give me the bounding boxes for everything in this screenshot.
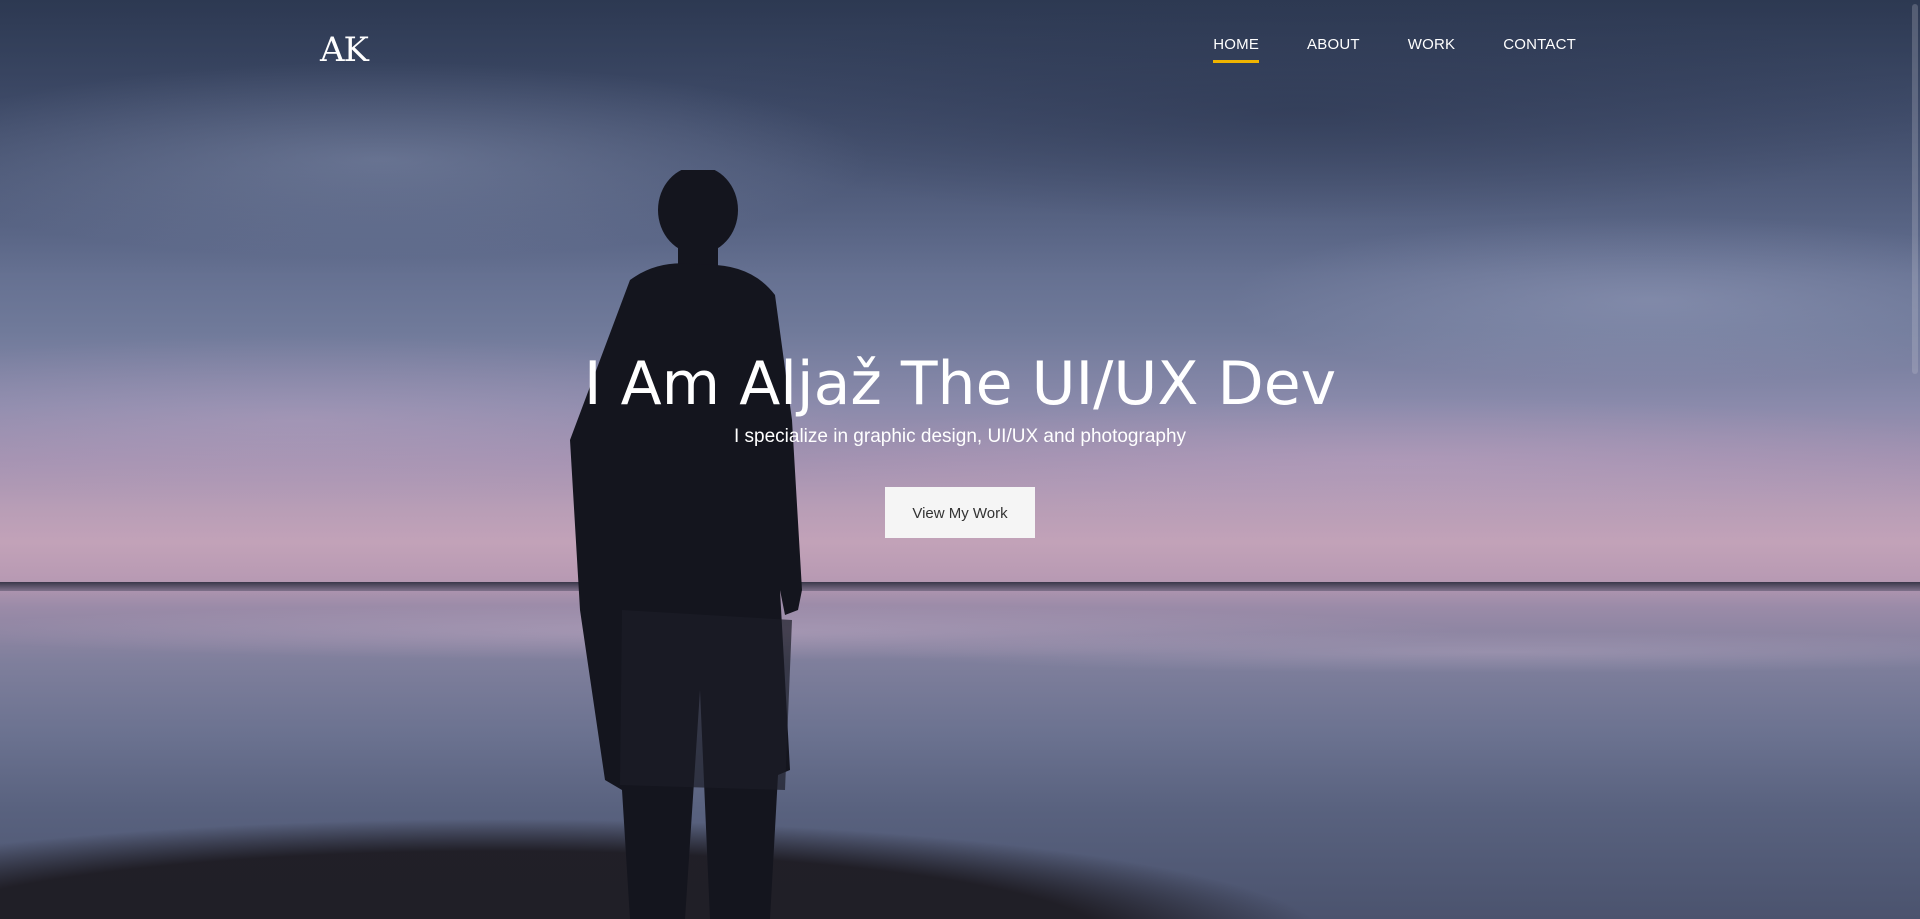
page-scrollbar[interactable] xyxy=(1912,4,1918,374)
view-my-work-button[interactable]: View My Work xyxy=(885,487,1035,538)
hero-content: I Am Aljaž The UI/UX Dev I specialize in… xyxy=(0,344,1920,538)
shoreline xyxy=(0,769,1920,919)
person-silhouette-image xyxy=(570,170,802,919)
nav-item-home[interactable]: HOME xyxy=(1213,36,1259,63)
hero-section: AK HOME ABOUT WORK CONTACT I Am Aljaž Th… xyxy=(0,0,1920,919)
nav-item-contact[interactable]: CONTACT xyxy=(1503,36,1576,63)
nav-item-work[interactable]: WORK xyxy=(1408,36,1455,63)
logo[interactable]: AK xyxy=(320,30,369,70)
hero-subtitle: I specialize in graphic design, UI/UX an… xyxy=(733,426,1187,447)
nav-item-about[interactable]: ABOUT xyxy=(1307,36,1360,63)
hero-title: I Am Aljaž The UI/UX Dev xyxy=(583,349,1337,419)
nav-links: HOME ABOUT WORK CONTACT xyxy=(1213,36,1576,63)
navbar: AK HOME ABOUT WORK CONTACT xyxy=(0,0,1920,100)
horizon-tree-line xyxy=(0,582,1920,591)
